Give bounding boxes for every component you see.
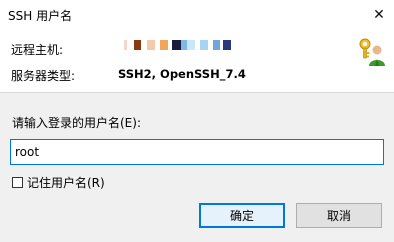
divider (0, 92, 394, 93)
server-type-label: 服务器类型: (11, 69, 76, 83)
ok-button[interactable]: 确定 (199, 203, 285, 228)
server-info-panel: 远程主机: 服务器类型: SSH2, OpenSSH_7.4 (0, 30, 394, 93)
remote-host-value-redacted (124, 39, 231, 51)
user-key-icon (359, 38, 385, 66)
remember-username-label[interactable]: 记住用户名(R) (27, 174, 105, 191)
username-input[interactable] (10, 139, 384, 165)
server-type-value: SSH2, OpenSSH_7.4 (118, 67, 246, 81)
window-title: SSH 用户名 (8, 9, 73, 23)
title-bar: SSH 用户名 ✕ (0, 0, 394, 30)
remote-host-label: 远程主机: (11, 43, 64, 57)
username-prompt-label: 请输入登录的用户名(E): (12, 116, 141, 130)
cancel-button[interactable]: 取消 (296, 203, 382, 228)
close-icon: ✕ (373, 7, 385, 23)
close-button[interactable]: ✕ (364, 0, 394, 30)
remember-username-checkbox[interactable] (12, 177, 23, 188)
remember-username-checkbox-row[interactable]: 记住用户名(R) (12, 174, 105, 191)
